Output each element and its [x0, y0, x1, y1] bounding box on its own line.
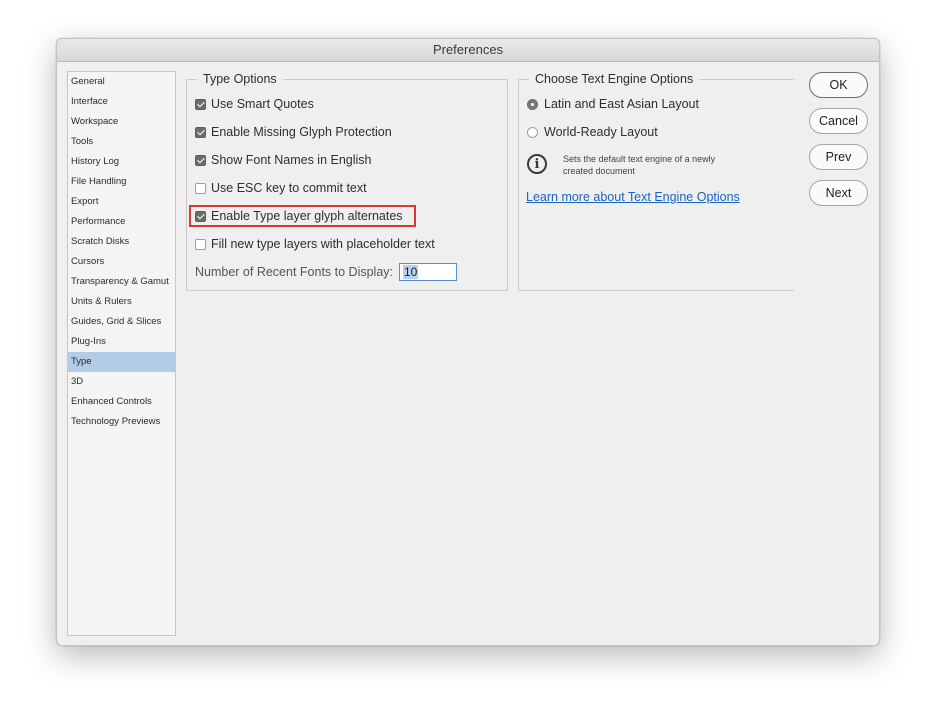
latin-east-asian-radio[interactable]: [527, 98, 538, 110]
missing-glyph-option[interactable]: Enable Missing Glyph Protection: [195, 123, 392, 141]
type-options-group: Type Options Use Smart Quotes Enable Mis…: [186, 72, 508, 291]
text-engine-options-title: Choose Text Engine Options: [529, 72, 700, 86]
recent-fonts-value: 10: [403, 265, 419, 279]
sidebar-item-performance[interactable]: Performance: [68, 212, 175, 232]
sidebar-item-history-log[interactable]: History Log: [68, 152, 175, 172]
sidebar-item-3d[interactable]: 3D: [68, 372, 175, 392]
font-names-english-checkbox[interactable]: [195, 154, 206, 166]
esc-commit-option[interactable]: Use ESC key to commit text: [195, 179, 367, 197]
sidebar-item-enhanced-controls[interactable]: Enhanced Controls: [68, 392, 175, 412]
preferences-sidebar: General Interface Workspace Tools Histor…: [67, 71, 176, 636]
placeholder-text-checkbox[interactable]: [195, 238, 206, 250]
sidebar-item-file-handling[interactable]: File Handling: [68, 172, 175, 192]
world-ready-radio[interactable]: [527, 126, 538, 138]
font-names-english-option[interactable]: Show Font Names in English: [195, 151, 372, 169]
sidebar-item-guides-grid-slices[interactable]: Guides, Grid & Slices: [68, 312, 175, 332]
world-ready-label: World-Ready Layout: [544, 125, 658, 139]
recent-fonts-input[interactable]: 10: [399, 263, 457, 281]
engine-info: i Sets the default text engine of a newl…: [527, 153, 743, 177]
preferences-dialog: Preferences General Interface Workspace …: [56, 38, 880, 646]
sidebar-item-plug-ins[interactable]: Plug-Ins: [68, 332, 175, 352]
placeholder-text-label: Fill new type layers with placeholder te…: [211, 237, 435, 251]
sidebar-item-units-rulers[interactable]: Units & Rulers: [68, 292, 175, 312]
glyph-alternates-option[interactable]: Enable Type layer glyph alternates: [195, 207, 403, 225]
esc-commit-checkbox[interactable]: [195, 182, 206, 194]
prev-button[interactable]: Prev: [809, 144, 868, 170]
placeholder-text-option[interactable]: Fill new type layers with placeholder te…: [195, 235, 435, 253]
recent-fonts-label: Number of Recent Fonts to Display:: [195, 265, 393, 279]
text-engine-options-group: Choose Text Engine Options Latin and Eas…: [518, 72, 794, 291]
sidebar-item-type[interactable]: Type: [68, 352, 175, 372]
sidebar-item-export[interactable]: Export: [68, 192, 175, 212]
recent-fonts-row: Number of Recent Fonts to Display: 10: [195, 263, 457, 281]
sidebar-item-workspace[interactable]: Workspace: [68, 112, 175, 132]
glyph-alternates-label: Enable Type layer glyph alternates: [211, 209, 403, 223]
next-button[interactable]: Next: [809, 180, 868, 206]
window-title: Preferences: [57, 39, 879, 62]
sidebar-item-cursors[interactable]: Cursors: [68, 252, 175, 272]
sidebar-item-tools[interactable]: Tools: [68, 132, 175, 152]
world-ready-option[interactable]: World-Ready Layout: [527, 123, 658, 141]
sidebar-item-technology-previews[interactable]: Technology Previews: [68, 412, 175, 432]
sidebar-item-transparency-gamut[interactable]: Transparency & Gamut: [68, 272, 175, 292]
type-options-title: Type Options: [197, 72, 283, 86]
missing-glyph-checkbox[interactable]: [195, 126, 206, 138]
sidebar-item-interface[interactable]: Interface: [68, 92, 175, 112]
use-smart-quotes-checkbox[interactable]: [195, 98, 206, 110]
latin-east-asian-label: Latin and East Asian Layout: [544, 97, 699, 111]
esc-commit-label: Use ESC key to commit text: [211, 181, 367, 195]
sidebar-item-general[interactable]: General: [68, 72, 175, 92]
use-smart-quotes-label: Use Smart Quotes: [211, 97, 314, 111]
engine-info-text: Sets the default text engine of a newly …: [563, 154, 716, 176]
sidebar-item-scratch-disks[interactable]: Scratch Disks: [68, 232, 175, 252]
ok-button[interactable]: OK: [809, 72, 868, 98]
cancel-button[interactable]: Cancel: [809, 108, 868, 134]
learn-more-link[interactable]: Learn more about Text Engine Options: [526, 190, 740, 204]
use-smart-quotes-option[interactable]: Use Smart Quotes: [195, 95, 314, 113]
glyph-alternates-checkbox[interactable]: [195, 210, 206, 222]
missing-glyph-label: Enable Missing Glyph Protection: [211, 125, 392, 139]
info-icon: i: [527, 154, 547, 174]
font-names-english-label: Show Font Names in English: [211, 153, 372, 167]
latin-east-asian-option[interactable]: Latin and East Asian Layout: [527, 95, 699, 113]
